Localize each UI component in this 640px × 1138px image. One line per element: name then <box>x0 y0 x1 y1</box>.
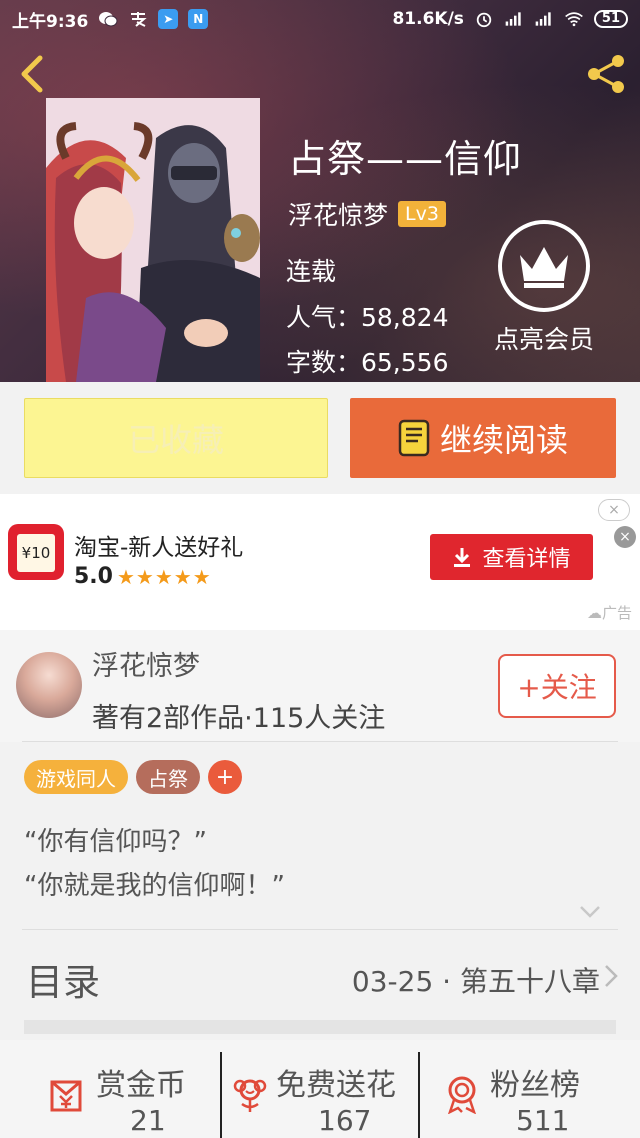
ad-label-text: 广告 <box>601 604 632 622</box>
stat-label: 赏金币 <box>96 1068 186 1103</box>
author-card[interactable]: 浮花惊梦 著有2部作品·115人关注 +关注 <box>0 630 640 742</box>
ad-rating-value: 5.0 <box>74 564 113 589</box>
back-icon[interactable] <box>14 52 50 96</box>
status-bar: 上午9:36 ➤ N 81.6K/s 51 <box>0 0 640 38</box>
popularity-count: 人气：58,824 <box>286 303 449 332</box>
vip-button[interactable]: 点亮会员 <box>484 220 604 356</box>
cloud-icon: ☁ <box>586 604 602 622</box>
serial-status: 连载 <box>286 257 337 286</box>
ad-dismiss-icon[interactable]: × <box>598 499 630 521</box>
ad-close-icon[interactable]: × <box>614 526 636 548</box>
summary-line: “你有信仰吗？” <box>24 827 207 857</box>
chevron-right-icon <box>605 965 618 987</box>
stat-label: 粉丝榜 <box>490 1068 580 1103</box>
reward-coin-stat[interactable]: 赏金币 21 <box>0 1040 220 1138</box>
avatar[interactable] <box>16 652 82 718</box>
stat-value: 511 <box>516 1104 570 1137</box>
ad-banner[interactable]: ¥10 淘宝-新人送好礼 5.0 ★★★★★ 查看详情 × × ☁广告 <box>0 494 640 630</box>
flower-icon <box>233 1079 267 1112</box>
vip-label: 点亮会员 <box>493 325 594 354</box>
stats-bar: 赏金币 21 免费送花 167 粉丝榜 511 <box>0 1040 640 1138</box>
add-tag-button[interactable]: + <box>208 760 242 794</box>
tag-list: 游戏同人 占祭 + <box>24 760 242 794</box>
alipay-icon <box>131 12 147 27</box>
book-header: 上午9:36 ➤ N 81.6K/s 51 占祭——信仰 浮花惊梦 Lv3 连载… <box>0 0 640 382</box>
stat-value: 21 <box>130 1104 166 1137</box>
wifi-icon <box>565 12 583 27</box>
action-area: 已收藏 继续阅读 <box>0 382 640 494</box>
author-name[interactable]: 浮花惊梦 <box>92 644 200 683</box>
signal-icon-2 <box>535 12 551 26</box>
stat-label: 免费送花 <box>276 1068 396 1103</box>
book-cover[interactable] <box>46 98 260 382</box>
network-speed: 81.6K/s <box>392 9 464 29</box>
ad-title: 淘宝-新人送好礼 <box>74 535 244 561</box>
tag-game-fanfic[interactable]: 游戏同人 <box>24 760 128 794</box>
author-name-hero[interactable]: 浮花惊梦 <box>288 196 388 232</box>
ad-icon-text: ¥10 <box>17 534 55 572</box>
crown-icon <box>498 220 590 312</box>
alarm-icon <box>476 12 492 28</box>
divider <box>22 741 618 742</box>
wechat-icon <box>99 12 118 27</box>
reward-coin-icon <box>50 1080 82 1112</box>
battery-indicator: 51 <box>593 10 628 28</box>
continue-reading-label: 继续阅读 <box>439 421 568 459</box>
ranking-medal-icon <box>448 1076 476 1114</box>
section-divider <box>24 1020 616 1034</box>
book-title: 占祭——信仰 <box>288 137 523 181</box>
stat-value: 167 <box>318 1104 372 1137</box>
latest-chapter: 03-25 · 第五十八章 <box>351 965 600 998</box>
chevron-down-icon[interactable] <box>578 904 602 920</box>
fan-ranking-stat[interactable]: 粉丝榜 511 <box>420 1040 640 1138</box>
summary-line: “你就是我的信仰啊！” <box>24 871 285 901</box>
tag-zhanji[interactable]: 占祭 <box>136 760 200 794</box>
free-flower-stat[interactable]: 免费送花 167 <box>222 1040 418 1138</box>
follow-button[interactable]: +关注 <box>498 654 616 718</box>
ad-label: ☁广告 <box>587 602 632 623</box>
book-icon <box>398 419 430 457</box>
star-icons: ★★★★★ <box>116 564 212 589</box>
ad-view-details-button[interactable]: 查看详情 <box>430 534 593 580</box>
download-icon <box>454 548 471 567</box>
ad-rating: 5.0 ★★★★★ <box>74 564 212 589</box>
collected-button[interactable]: 已收藏 <box>24 398 328 478</box>
ad-cta-label: 查看详情 <box>482 547 571 572</box>
location-app-icon: ➤ <box>158 9 179 29</box>
share-icon[interactable] <box>584 52 628 96</box>
status-time: 上午9:36 <box>12 11 89 32</box>
level-badge: Lv3 <box>398 201 446 227</box>
table-of-contents-row[interactable]: 目录 03-25 · 第五十八章 <box>0 930 640 1020</box>
toc-title: 目录 <box>26 961 100 1004</box>
word-count: 字数：65,556 <box>286 348 449 377</box>
author-line: 浮花惊梦 Lv3 <box>288 196 446 232</box>
n-app-icon: N <box>188 9 209 29</box>
author-stats: 著有2部作品·115人关注 <box>92 703 386 734</box>
cover-illustration <box>46 98 260 382</box>
taobao-app-icon: ¥10 <box>8 524 64 580</box>
signal-icon <box>505 12 521 26</box>
book-summary: “你有信仰吗？” “你就是我的信仰啊！” <box>24 820 285 908</box>
continue-reading-button[interactable]: 继续阅读 <box>350 398 616 478</box>
